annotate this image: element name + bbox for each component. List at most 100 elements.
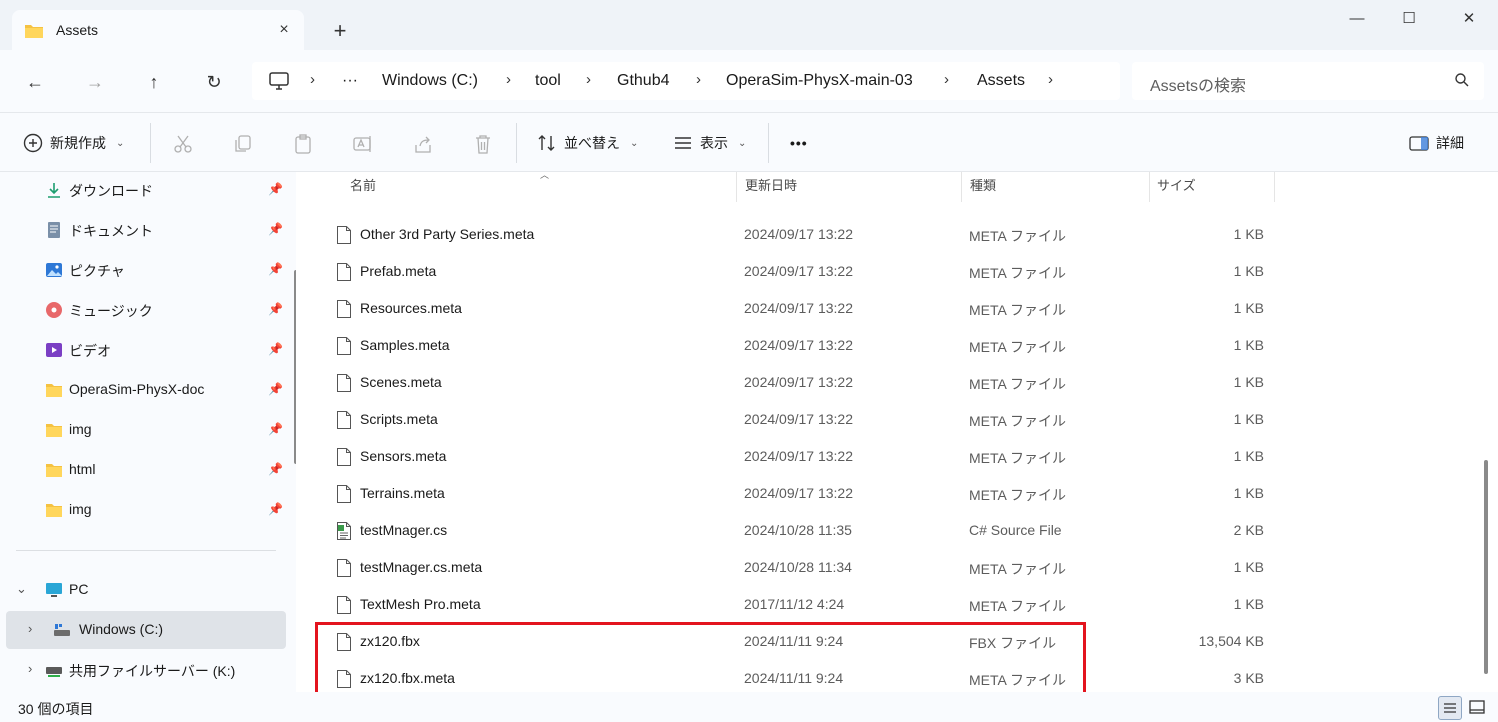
sidebar-item-pictures[interactable]: ピクチャ 📌 xyxy=(0,251,286,289)
chevron-right-icon[interactable]: › xyxy=(28,661,32,676)
breadcrumb-operasim[interactable]: OperaSim-PhysX-main-03 xyxy=(726,72,913,90)
minimize-button[interactable]: — xyxy=(1334,8,1380,32)
file-row[interactable]: Samples.meta 2024/09/17 13:22 META ファイル 1 K… xyxy=(296,327,1476,364)
details-view-button[interactable] xyxy=(1438,696,1462,720)
sort-ascending-icon: ︿ xyxy=(540,170,550,180)
sidebar-item-pc[interactable]: ⌄ PC xyxy=(0,571,286,609)
column-divider[interactable] xyxy=(961,172,962,202)
file-size: 1 KB xyxy=(1233,448,1264,464)
file-type: META ファイル xyxy=(969,339,1066,355)
file-name: TextMesh Pro.meta xyxy=(360,596,481,612)
file-row[interactable]: Resources.meta 2024/09/17 13:22 META ファイル 1… xyxy=(296,290,1476,327)
file-row[interactable]: testMnager.cs 2024/10/28 11:35 C# Source F… xyxy=(296,512,1476,549)
sort-icon xyxy=(538,135,555,151)
address-bar[interactable]: › ··· Windows (C:) › tool › Gthub4 › Ope… xyxy=(252,62,1120,100)
file-size: 3 KB xyxy=(1233,670,1264,686)
file-row[interactable]: Other 3rd Party Series.meta 2024/09/17 13… xyxy=(296,216,1476,253)
forward-button[interactable]: → xyxy=(81,68,109,96)
close-window-button[interactable]: ✕ xyxy=(1446,8,1492,32)
copy-icon[interactable] xyxy=(232,133,254,155)
command-bar: 新規作成 ⌄ 並べ替え ⌄ 表示 ⌄ ••• 詳細 xyxy=(0,112,1498,172)
breadcrumb-tool[interactable]: tool xyxy=(535,72,561,90)
column-divider[interactable] xyxy=(1149,172,1150,202)
rename-icon[interactable] xyxy=(352,133,374,155)
breadcrumb-separator[interactable]: › xyxy=(506,71,511,88)
sidebar-item-label: img xyxy=(69,501,92,517)
details-pane-label: 詳細 xyxy=(1436,135,1464,151)
new-button-label: 新規作成 xyxy=(50,135,106,151)
sidebar-item-downloads[interactable]: ダウンロード 📌 xyxy=(0,171,286,209)
view-button[interactable]: 表示 ⌄ xyxy=(672,131,746,155)
breadcrumb-separator[interactable]: › xyxy=(1048,71,1053,88)
title-bar: Assets × + — ☐ ✕ xyxy=(0,0,1498,50)
sidebar-item-operasim-doc[interactable]: OperaSim-PhysX-doc 📌 xyxy=(0,371,286,409)
file-name: Terrains.meta xyxy=(360,485,445,501)
file-size: 1 KB xyxy=(1233,411,1264,427)
file-row[interactable]: TextMesh Pro.meta 2017/11/12 4:24 META ファイ… xyxy=(296,586,1476,623)
search-icon[interactable] xyxy=(1454,72,1470,88)
sort-button[interactable]: 並べ替え ⌄ xyxy=(536,131,638,155)
column-divider[interactable] xyxy=(736,172,737,202)
file-row[interactable]: Sensors.meta 2024/09/17 13:22 META ファイル 1 K… xyxy=(296,438,1476,475)
file-row[interactable]: testMnager.cs.meta 2024/10/28 11:34 META フ… xyxy=(296,549,1476,586)
chevron-right-icon[interactable]: › xyxy=(28,621,32,636)
sidebar-item-img[interactable]: img 📌 xyxy=(0,411,286,449)
back-button[interactable]: ← xyxy=(21,68,49,96)
file-size: 1 KB xyxy=(1233,300,1264,316)
up-button[interactable]: ↑ xyxy=(140,68,168,96)
preview-view-button[interactable] xyxy=(1466,696,1490,720)
sidebar-item-documents[interactable]: ドキュメント 📌 xyxy=(0,211,286,249)
column-divider[interactable] xyxy=(1274,172,1275,202)
new-button[interactable]: 新規作成 ⌄ xyxy=(22,131,124,155)
sidebar-item-music[interactable]: ミュージック 📌 xyxy=(0,291,286,329)
maximize-button[interactable]: ☐ xyxy=(1386,8,1432,32)
breadcrumb-separator[interactable]: › xyxy=(586,71,591,88)
chevron-down-icon[interactable]: ⌄ xyxy=(16,581,27,597)
file-row[interactable]: Terrains.meta 2024/09/17 13:22 META ファイル 1 … xyxy=(296,475,1476,512)
more-options-button[interactable]: ••• xyxy=(790,131,808,155)
sidebar-item-img[interactable]: img 📌 xyxy=(0,491,286,529)
column-header-name[interactable]: 名前 xyxy=(350,172,376,202)
paste-icon[interactable] xyxy=(292,133,314,155)
sidebar-item-html[interactable]: html 📌 xyxy=(0,451,286,489)
status-bar: 30 個の項目 xyxy=(0,692,1498,722)
breadcrumb-overflow[interactable]: ··· xyxy=(342,72,358,90)
file-list-scrollbar[interactable] xyxy=(1484,460,1488,674)
breadcrumb-separator[interactable]: › xyxy=(944,71,949,88)
details-pane-button[interactable]: 詳細 xyxy=(1408,131,1464,155)
drive-icon xyxy=(54,624,70,636)
csharp-file-icon xyxy=(337,522,351,540)
file-icon xyxy=(337,485,351,503)
sidebar-item-shared-drive[interactable]: › 共用ファイルサーバー (K:) xyxy=(0,651,286,689)
file-row[interactable]: Prefab.meta 2024/09/17 13:22 META ファイル 1 KB xyxy=(296,253,1476,290)
file-icon xyxy=(337,559,351,577)
tab-close-button[interactable]: × xyxy=(274,20,294,40)
navigation-row: ← → ↑ ↻ › ··· Windows (C:) › tool › Gthu… xyxy=(0,50,1498,112)
file-type: META ファイル xyxy=(969,561,1066,577)
breadcrumb-separator[interactable]: › xyxy=(310,71,315,88)
new-tab-button[interactable]: + xyxy=(328,20,352,44)
file-type: META ファイル xyxy=(969,598,1066,614)
breadcrumb-gthub4[interactable]: Gthub4 xyxy=(617,72,669,90)
file-row[interactable]: Scenes.meta 2024/09/17 13:22 META ファイル 1 KB xyxy=(296,364,1476,401)
file-row[interactable]: Scripts.meta 2024/09/17 13:22 META ファイル 1 K… xyxy=(296,401,1476,438)
breadcrumb-separator[interactable]: › xyxy=(696,71,701,88)
file-icon xyxy=(337,337,351,355)
refresh-button[interactable]: ↻ xyxy=(200,68,228,96)
column-header-date[interactable]: 更新日時 xyxy=(745,172,797,202)
sidebar-item-windows-c[interactable]: › Windows (C:) xyxy=(6,611,286,649)
breadcrumb-windows-c[interactable]: Windows (C:) xyxy=(382,72,478,90)
pin-icon: 📌 xyxy=(268,262,283,276)
column-header-type[interactable]: 種類 xyxy=(970,172,996,202)
search-input[interactable]: Assetsの検索 xyxy=(1132,62,1484,100)
file-icon xyxy=(337,226,351,244)
delete-icon[interactable] xyxy=(472,133,494,155)
cut-icon[interactable] xyxy=(172,133,194,155)
share-icon[interactable] xyxy=(412,133,434,155)
breadcrumb-assets[interactable]: Assets xyxy=(977,72,1025,90)
file-size: 1 KB xyxy=(1233,226,1264,242)
sidebar-divider xyxy=(16,550,276,551)
column-header-size[interactable]: サイズ xyxy=(1157,172,1196,202)
sidebar-item-videos[interactable]: ビデオ 📌 xyxy=(0,331,286,369)
tab-assets[interactable]: Assets × xyxy=(12,10,304,50)
